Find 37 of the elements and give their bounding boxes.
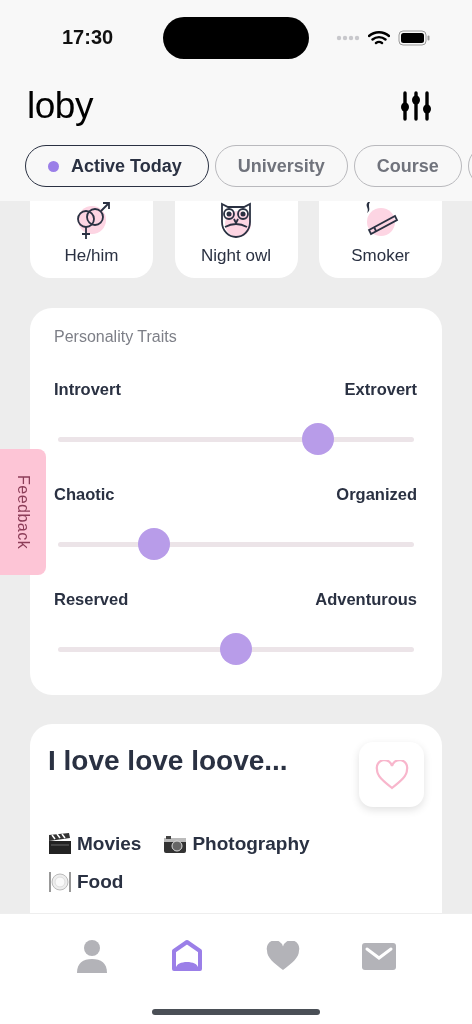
signal-icon bbox=[336, 34, 360, 41]
status-time: 17:30 bbox=[62, 26, 115, 49]
slider-thumb[interactable] bbox=[220, 633, 252, 665]
person-icon[interactable] bbox=[76, 939, 108, 973]
filter-chip[interactable]: Active Today bbox=[25, 145, 209, 187]
trait-label: Introvert bbox=[54, 380, 121, 399]
trait-label: Organized bbox=[336, 485, 417, 504]
trait-label: Adventurous bbox=[315, 590, 417, 609]
attribute-label: He/him bbox=[64, 246, 119, 266]
active-dot-icon bbox=[48, 160, 59, 172]
interests-title: I love love loove... bbox=[48, 745, 288, 777]
slider-thumb[interactable] bbox=[138, 528, 171, 560]
interest-label: Movies bbox=[77, 833, 142, 855]
attribute-label: Smoker bbox=[351, 246, 410, 266]
battery-icon bbox=[398, 29, 430, 46]
trait-label: Extrovert bbox=[344, 380, 417, 399]
heart-icon[interactable] bbox=[266, 941, 300, 971]
attribute-label: Night owl bbox=[201, 246, 271, 266]
slider-thumb[interactable] bbox=[301, 423, 334, 455]
filter-chip[interactable]: University bbox=[214, 145, 348, 187]
camera-icon bbox=[163, 834, 188, 854]
app-logo: loby bbox=[27, 85, 93, 127]
feedback-tab[interactable]: Feedback bbox=[0, 449, 46, 575]
interest-label: Photography bbox=[192, 833, 310, 855]
heart-icon bbox=[374, 759, 409, 790]
filter-chip[interactable]: Course bbox=[353, 145, 462, 187]
trait-label: Chaotic bbox=[54, 485, 115, 504]
section-title: Personality Traits bbox=[54, 328, 178, 346]
mail-icon[interactable] bbox=[362, 942, 396, 970]
home-icon[interactable] bbox=[170, 939, 204, 973]
wifi-icon bbox=[368, 29, 390, 46]
filter-settings-icon[interactable] bbox=[400, 90, 432, 122]
plate-cutlery-icon bbox=[48, 871, 72, 893]
trait-label: Reserved bbox=[54, 590, 129, 609]
interest-label: Food bbox=[77, 871, 124, 893]
clapperboard-icon bbox=[48, 833, 72, 855]
like-button[interactable] bbox=[359, 742, 424, 807]
